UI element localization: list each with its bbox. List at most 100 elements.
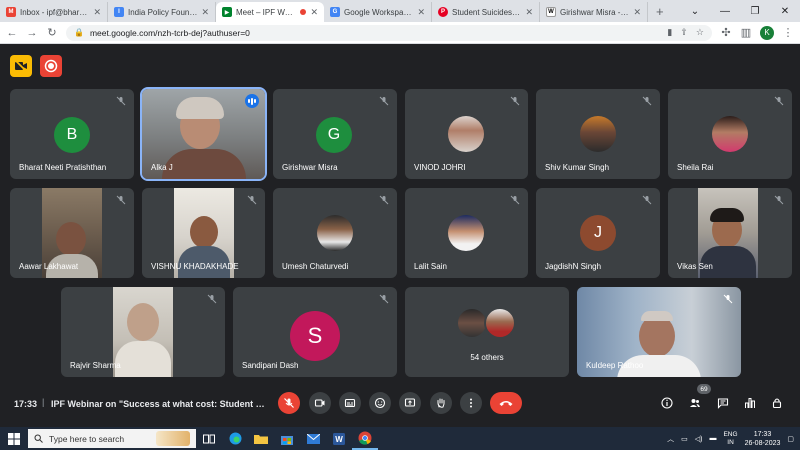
participant-tile[interactable]: Kuldeep Rathoo [577,287,741,377]
volume-icon[interactable]: ◁) [695,435,703,443]
participant-tile[interactable]: Sheila Rai [668,89,792,179]
word-icon[interactable]: W [326,427,352,450]
notification-icon[interactable]: ▢ [787,435,794,443]
participant-tile[interactable]: Aawar Lakhawat [10,188,134,278]
close-tab-icon[interactable]: ✕ [201,7,209,18]
edge-browser-icon[interactable] [222,427,248,450]
activities-button[interactable] [743,396,757,410]
close-tab-icon[interactable]: ✕ [525,7,533,18]
reload-icon[interactable]: ↻ [46,26,58,39]
participant-tile[interactable]: Umesh Chaturvedi [273,188,397,278]
close-tab-icon[interactable]: ✕ [310,7,318,18]
share-icon[interactable]: ⇪ [680,27,688,38]
participant-tile[interactable]: Alka J [140,87,267,181]
close-tab-icon[interactable]: ✕ [93,7,101,18]
language-indicator[interactable]: ENG IN [723,431,737,447]
maximize-icon[interactable]: ❐ [740,6,770,17]
video-camera-icon [314,399,325,407]
url-input[interactable]: 🔒 meet.google.com/nzh-tcrb-dej?authuser=… [66,24,712,41]
start-button[interactable] [0,432,28,445]
bookmark-star-icon[interactable]: ☆ [696,27,704,38]
raise-hand-button[interactable] [430,392,452,414]
close-tab-icon[interactable]: ✕ [633,7,641,18]
camera-icon[interactable]: ▮ [667,27,672,38]
extensions-icon[interactable]: ✣ [720,26,732,39]
participant-tile[interactable]: Vikas Sen [668,188,792,278]
participant-tile[interactable]: B Bharat Neeti Pratishthan [10,89,134,179]
mic-off-icon [379,294,389,304]
battery-icon[interactable]: ▬ [709,435,716,442]
participant-tile[interactable]: J JagdishN Singh [536,188,660,278]
tab-google-workspace-help[interactable]: G Google Workspace Help ✕ [324,2,432,22]
google-icon: G [330,7,340,17]
camera-off-icon [14,59,28,73]
meet-stage: B Bharat Neeti Pratishthan Alka J G Giri… [0,45,800,427]
more-options-button[interactable] [460,392,482,414]
hand-raise-hidden-badge[interactable] [10,55,32,77]
taskbar-search-input[interactable]: Type here to search [28,429,196,448]
close-window-icon[interactable]: ✕ [770,6,800,17]
taskbar-clock[interactable]: 17:33 26-08-2023 [745,430,781,448]
person-head [127,303,159,341]
participant-count-badge: 69 [697,384,711,394]
person-body [162,149,246,179]
tab-inbox[interactable]: M Inbox - ipf@bharatneeti ✕ [0,2,108,22]
minimize-icon[interactable]: — [710,6,740,17]
taskbar-time: 17:33 [753,430,772,438]
avatar: B [54,117,90,153]
participant-tile[interactable]: S Sandipani Dash [233,287,397,377]
new-tab-button[interactable]: + [648,2,672,22]
leave-call-button[interactable] [490,392,522,414]
recording-badge[interactable] [40,55,62,77]
participant-name: Bharat Neeti Pratishthan [19,163,107,172]
person-head [639,315,675,357]
person-head [56,222,86,256]
menu-kebab-icon[interactable]: ⋮ [782,26,794,39]
tray-chevron-icon[interactable]: ︿ [667,434,674,444]
people-button[interactable] [688,396,702,410]
network-icon[interactable]: ▭ [681,435,688,443]
tab-student-suicides[interactable]: P Student Suicides: How ✕ [432,2,540,22]
captions-button[interactable] [339,392,361,414]
store-icon[interactable] [274,427,300,450]
participant-tile[interactable]: Lalit Sain [405,188,528,278]
back-icon[interactable]: ← [6,27,18,39]
url-text: meet.google.com/nzh-tcrb-dej?authuser=0 [89,27,250,38]
present-screen-button[interactable] [399,392,421,414]
participant-tile[interactable]: VINOD JOHRI [405,89,528,179]
camera-button[interactable] [309,392,331,414]
chat-button[interactable] [716,396,730,410]
avatar: G [316,117,352,153]
microphone-button[interactable] [278,392,300,414]
side-panel-icon[interactable]: ▥ [740,26,752,39]
tab-search-icon[interactable]: ⌄ [680,6,710,17]
participant-name: Lalit Sain [414,262,447,271]
address-bar: ← → ↻ 🔒 meet.google.com/nzh-tcrb-dej?aut… [0,22,800,44]
lock-icon[interactable]: 🔒 [74,28,84,37]
tab-meet[interactable]: ▶ Meet – IPF Webinar ✕ [216,2,324,22]
mail-icon[interactable] [300,427,326,450]
windows-taskbar: Type here to search W ︿ ▭ ◁) ▬ ENG IN 17… [0,427,800,450]
participant-name: Umesh Chaturvedi [282,262,349,271]
chrome-icon[interactable] [352,427,378,450]
participant-name: Vikas Sen [677,262,713,271]
others-tile[interactable]: 54 others [405,287,569,377]
forward-icon[interactable]: → [26,27,38,39]
meeting-details-button[interactable] [660,396,674,410]
tab-wikipedia[interactable]: W Girishwar Misra - Wiki ✕ [540,2,648,22]
mic-off-icon [116,195,126,205]
emoji-reaction-button[interactable] [369,392,391,414]
file-explorer-icon[interactable] [248,427,274,450]
host-controls-button[interactable] [770,396,784,410]
close-tab-icon[interactable]: ✕ [417,7,425,18]
participant-tile[interactable]: VISHNU KHADAKHADE [142,188,265,278]
windows-logo-icon [8,432,20,445]
lang-top: ENG [723,430,738,438]
participant-tile[interactable]: Shiv Kumar Singh [536,89,660,179]
participant-tile[interactable]: G Girishwar Misra [273,89,397,179]
profile-avatar[interactable]: K [760,25,774,40]
tab-india-policy-foundation[interactable]: I India Policy Foundation ✕ [108,2,216,22]
lock-person-icon [772,398,782,409]
participant-tile[interactable]: Rajvir Sharma [61,287,225,377]
task-view-icon[interactable] [196,427,222,450]
